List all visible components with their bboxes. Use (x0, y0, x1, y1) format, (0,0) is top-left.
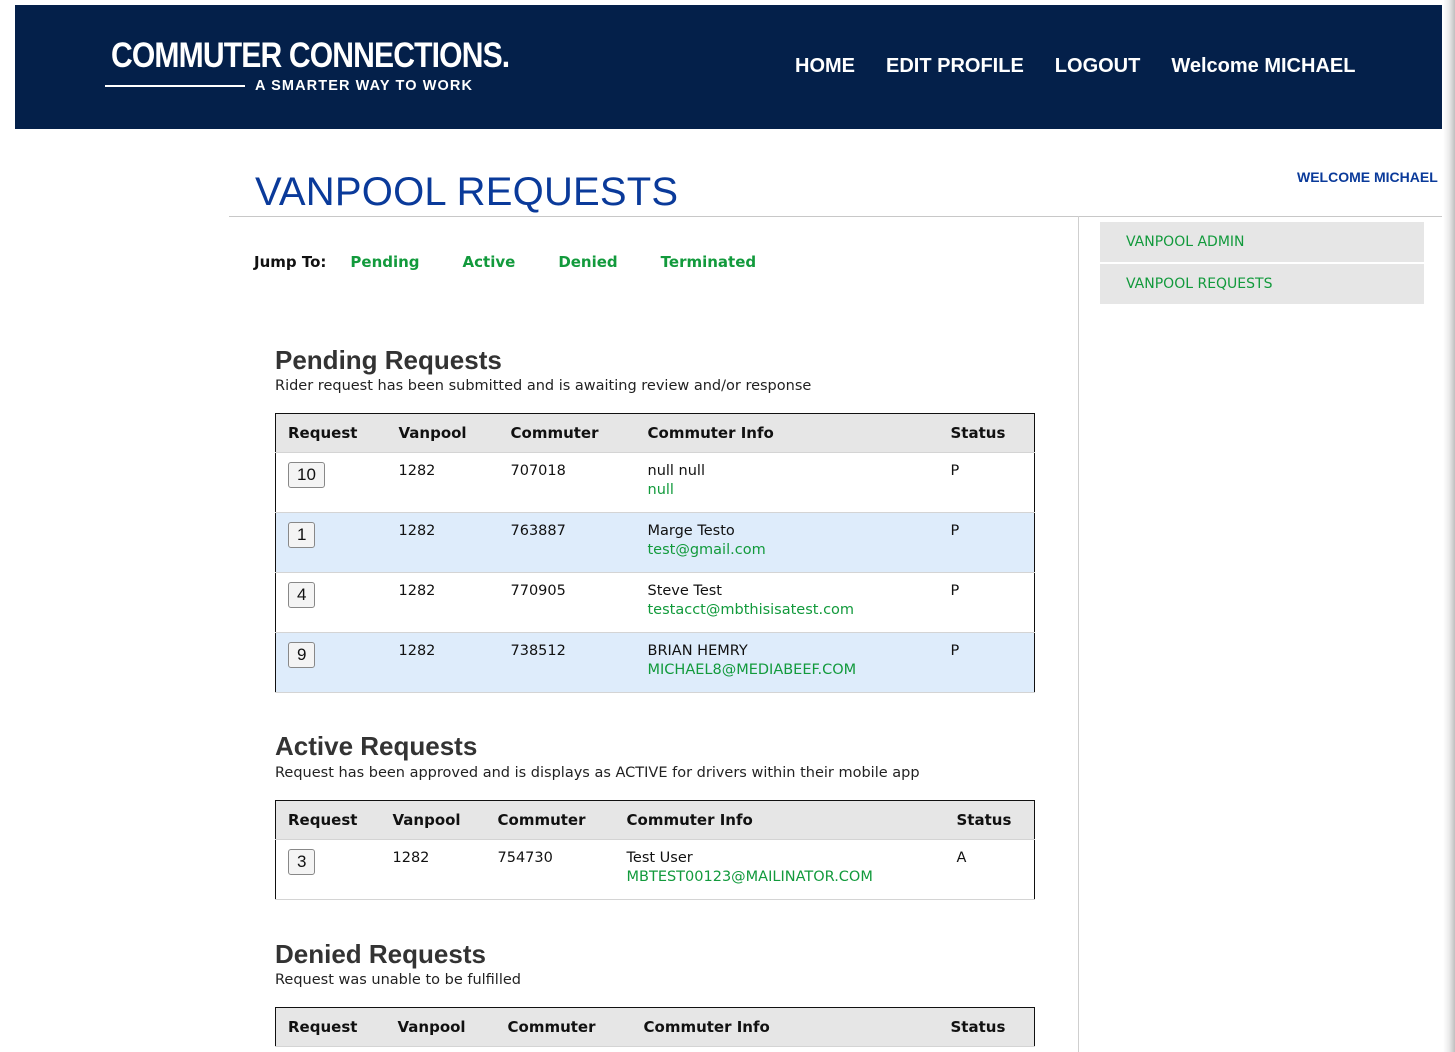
logo-text: COMMUTER CONNECTIONS. (111, 36, 510, 75)
nav-logout-link[interactable]: LOGOUT (1055, 55, 1141, 78)
request-button[interactable]: 3 (288, 849, 316, 875)
table-row: 1 1282 763887 Marge Testo test@gmail.com … (275, 512, 1035, 573)
vanpool-cell: 1282 (386, 632, 499, 693)
commuter-cell: 763887 (498, 512, 636, 573)
commuter-email-link[interactable]: MBTEST00123@MAILINATOR.COM (627, 869, 945, 885)
window-frame-right (1443, 0, 1455, 1052)
column-header: Commuter Info (631, 1007, 939, 1047)
commuter-email-link[interactable]: test@gmail.com (648, 542, 939, 558)
commuter-email-link[interactable]: testacct@mbthisisatest.com (648, 602, 939, 618)
sidebar-item-vanpool-admin[interactable]: VANPOOL ADMIN (1100, 222, 1424, 262)
column-header: Commuter (498, 413, 636, 453)
column-header: Status (944, 800, 1035, 840)
active-requests-table: Request Vanpool Commuter Commuter Info S… (275, 800, 1035, 900)
pending-requests-table: Request Vanpool Commuter Commuter Info S… (275, 413, 1035, 693)
column-header: Request (275, 1007, 386, 1047)
commuter-cell: 707018 (498, 452, 636, 513)
pending-section-description: Rider request has been submitted and is … (275, 378, 812, 394)
column-header: Commuter Info (614, 800, 945, 840)
active-section-description: Request has been approved and is display… (275, 765, 920, 781)
denied-section-description: Request was unable to be fulfilled (275, 972, 521, 988)
status-cell: P (938, 452, 1035, 513)
request-button[interactable]: 10 (288, 462, 325, 488)
commuter-name: Test User (626, 850, 693, 866)
column-header: Status (938, 1007, 1035, 1047)
commuter-name: Steve Test (647, 583, 722, 599)
vanpool-cell: 1282 (386, 512, 499, 573)
commuter-email-link[interactable]: MICHAEL8@MEDIABEEF.COM (648, 662, 939, 678)
status-cell: P (938, 632, 1035, 693)
jump-to-label: Jump To: (254, 253, 327, 271)
jump-terminated-link[interactable]: Terminated (661, 253, 756, 271)
window-frame-left (0, 0, 15, 1052)
jump-denied-link[interactable]: Denied (558, 253, 617, 271)
site-header: COMMUTER CONNECTIONS. A SMARTER WAY TO W… (15, 5, 1442, 129)
table-row: 10 1282 707018 null null null P (275, 452, 1035, 513)
denied-section-title: Denied Requests (275, 939, 486, 969)
pending-section-title: Pending Requests (275, 345, 502, 375)
request-button[interactable]: 9 (288, 642, 316, 668)
column-header: Commuter (485, 800, 615, 840)
jump-to-nav: Jump To: Pending Active Denied Terminate… (254, 253, 756, 271)
column-header: Commuter (495, 1007, 632, 1047)
commuter-email-link[interactable]: null (648, 482, 939, 498)
denied-requests-table: Request Vanpool Commuter Commuter Info S… (275, 1007, 1035, 1047)
page-title: VANPOOL REQUESTS (255, 170, 679, 214)
commuter-connections-logo[interactable]: COMMUTER CONNECTIONS. A SMARTER WAY TO W… (105, 36, 510, 96)
request-button[interactable]: 4 (288, 582, 316, 608)
commuter-cell: 770905 (498, 572, 636, 633)
jump-active-link[interactable]: Active (463, 253, 516, 271)
commuter-name: null null (647, 463, 705, 479)
logo-tagline: A SMARTER WAY TO WORK (255, 78, 474, 94)
commuter-name: Marge Testo (647, 523, 735, 539)
column-header: Commuter Info (635, 413, 939, 453)
jump-pending-link[interactable]: Pending (350, 253, 419, 271)
table-row: 3 1282 754730 Test User MBTEST00123@MAILI… (275, 839, 1035, 900)
column-header: Request (275, 413, 387, 453)
sidebar-item-vanpool-requests[interactable]: VANPOOL REQUESTS (1100, 264, 1424, 304)
title-divider (229, 216, 1442, 217)
table-row: 9 1282 738512 BRIAN HEMRY MICHAEL8@MEDIAB… (275, 632, 1035, 693)
nav-welcome-text: Welcome MICHAEL (1171, 55, 1356, 77)
sidebar-divider (1078, 216, 1079, 1052)
status-cell: A (944, 839, 1035, 900)
vanpool-cell: 1282 (380, 839, 486, 900)
commuter-cell: 754730 (485, 839, 615, 900)
nav-edit-profile-link[interactable]: EDIT PROFILE (886, 55, 1024, 78)
column-header: Vanpool (380, 800, 486, 840)
status-cell: P (938, 572, 1035, 633)
table-row: 4 1282 770905 Steve Test testacct@mbthisi… (275, 572, 1035, 633)
sidebar-welcome: WELCOME MICHAEL (1297, 169, 1438, 185)
logo-divider (105, 85, 245, 87)
column-header: Vanpool (386, 413, 499, 453)
vanpool-cell: 1282 (386, 452, 499, 513)
request-button[interactable]: 1 (288, 522, 316, 548)
top-nav: HOME EDIT PROFILE LOGOUT Welcome MICHAEL (795, 55, 1355, 78)
vanpool-cell: 1282 (386, 572, 499, 633)
column-header: Vanpool (385, 1007, 496, 1047)
status-cell: P (938, 512, 1035, 573)
column-header: Request (275, 800, 381, 840)
active-section-title: Active Requests (275, 731, 478, 761)
column-header: Status (938, 413, 1035, 453)
nav-home-link[interactable]: HOME (795, 55, 855, 78)
commuter-cell: 738512 (498, 632, 636, 693)
commuter-name: BRIAN HEMRY (647, 643, 748, 659)
